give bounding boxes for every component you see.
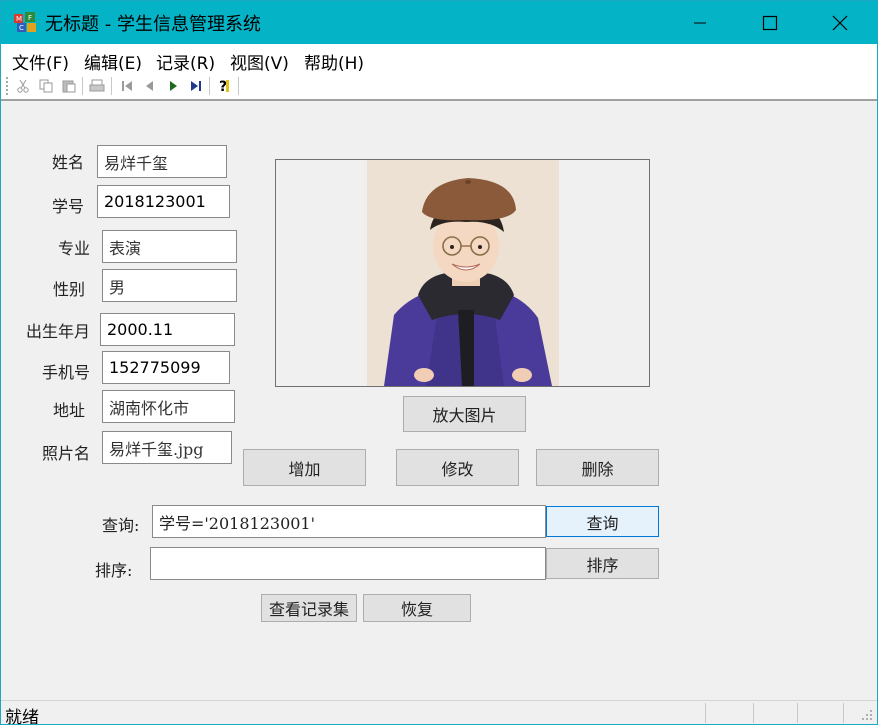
enlarge-photo-button[interactable]: 放大图片 [403,396,526,432]
window-title: 无标题 - 学生信息管理系统 [45,14,261,35]
status-pane-divider [843,703,844,723]
delete-button[interactable]: 删除 [536,449,659,486]
menu-help[interactable]: 帮助(H) [304,49,364,74]
view-records-button[interactable]: 查看记录集 [261,594,357,622]
add-button[interactable]: 增加 [243,449,366,486]
print-icon[interactable] [89,78,105,94]
restore-button[interactable]: 恢复 [363,594,471,622]
phone-field[interactable]: 152775099 [102,351,230,384]
toolbar-grip[interactable] [6,77,10,95]
toolbar-separator [111,77,112,95]
student-id-field[interactable]: 2018123001 [97,185,230,218]
modify-button[interactable]: 修改 [396,449,519,486]
last-record-icon[interactable] [188,78,204,94]
paste-icon[interactable] [61,78,77,94]
sort-button[interactable]: 排序 [546,548,659,579]
menu-record[interactable]: 记录(R) [156,49,215,74]
birth-field[interactable]: 2000.11 [100,313,235,346]
menu-bar: 文件(F) 编辑(E) 记录(R) 视图(V) 帮助(H) [1,44,877,75]
menu-file[interactable]: 文件(F) [12,49,69,74]
gender-field[interactable]: 男 [102,269,237,302]
status-pane-divider [797,703,798,723]
title-bar[interactable]: M F C 无标题 - 学生信息管理系统 [1,1,877,44]
name-label: 姓名 [52,153,85,172]
app-window: M F C 无标题 - 学生信息管理系统 文件(F) 编辑(E) 记录(R) 视… [0,0,878,725]
menu-edit[interactable]: 编辑(E) [84,49,142,74]
maximize-icon [762,15,778,30]
toolbar-separator [238,77,239,95]
student-id-label: 学号 [52,197,85,216]
major-label: 专业 [58,239,91,258]
status-bar: 就绪 [1,700,877,725]
toolbar: ? [1,74,877,101]
query-label: 查询: [102,516,140,535]
close-button[interactable] [805,1,875,44]
minimize-button[interactable] [665,1,735,44]
maximize-button[interactable] [735,1,805,44]
address-label: 地址 [53,401,86,420]
query-button[interactable]: 查询 [546,506,659,537]
resize-grip-icon[interactable] [861,709,873,721]
gender-label: 性别 [53,280,86,299]
photo-frame [275,159,650,387]
sort-input[interactable] [150,547,546,580]
student-photo [367,160,559,386]
major-field[interactable]: 表演 [102,230,237,263]
status-pane-divider [705,703,706,723]
svg-text:?: ? [219,79,227,94]
svg-text:F: F [28,14,32,22]
query-input[interactable]: 学号='2018123001' [152,505,546,538]
minimize-icon [694,22,706,23]
toolbar-separator [82,77,83,95]
name-field[interactable]: 易烊千玺 [97,145,227,178]
phone-label: 手机号 [42,363,91,382]
svg-text:M: M [16,15,22,23]
close-icon [832,15,848,30]
status-text: 就绪 [5,708,39,725]
prev-record-icon[interactable] [142,78,158,94]
photo-name-field[interactable]: 易烊千玺.jpg [102,431,232,464]
photo-name-label: 照片名 [42,444,91,463]
next-record-icon[interactable] [165,78,181,94]
copy-icon[interactable] [38,78,54,94]
address-field[interactable]: 湖南怀化市 [102,390,235,423]
birth-label: 出生年月 [26,322,91,341]
status-pane-divider [753,703,754,723]
toolbar-separator [209,77,210,95]
first-record-icon[interactable] [119,78,135,94]
cut-icon[interactable] [15,78,31,94]
app-icon: M F C [14,12,36,32]
svg-text:C: C [19,24,24,32]
help-icon[interactable]: ? [216,78,232,94]
sort-label: 排序: [95,561,133,580]
menu-view[interactable]: 视图(V) [230,49,289,74]
